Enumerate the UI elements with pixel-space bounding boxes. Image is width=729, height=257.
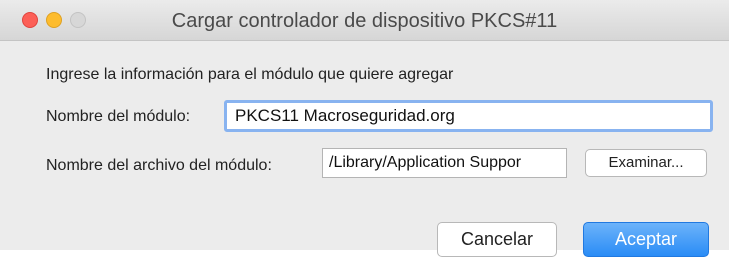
- cancel-button[interactable]: Cancelar: [437, 222, 557, 257]
- intro-text: Ingrese la información para el módulo qu…: [46, 66, 454, 83]
- browse-button[interactable]: Examinar...: [585, 149, 707, 177]
- module-name-input[interactable]: [224, 100, 713, 132]
- module-file-input[interactable]: [322, 148, 567, 178]
- dialog-window: Cargar controlador de dispositivo PKCS#1…: [0, 0, 729, 257]
- window-title: Cargar controlador de dispositivo PKCS#1…: [171, 10, 558, 32]
- title-bar[interactable]: Cargar controlador de dispositivo PKCS#1…: [0, 0, 729, 41]
- accept-button[interactable]: Aceptar: [583, 222, 709, 257]
- module-name-label: Nombre del módulo:: [46, 108, 191, 125]
- module-file-label: Nombre del archivo del módulo:: [46, 157, 272, 174]
- dialog-content: Ingrese la información para el módulo qu…: [0, 41, 729, 257]
